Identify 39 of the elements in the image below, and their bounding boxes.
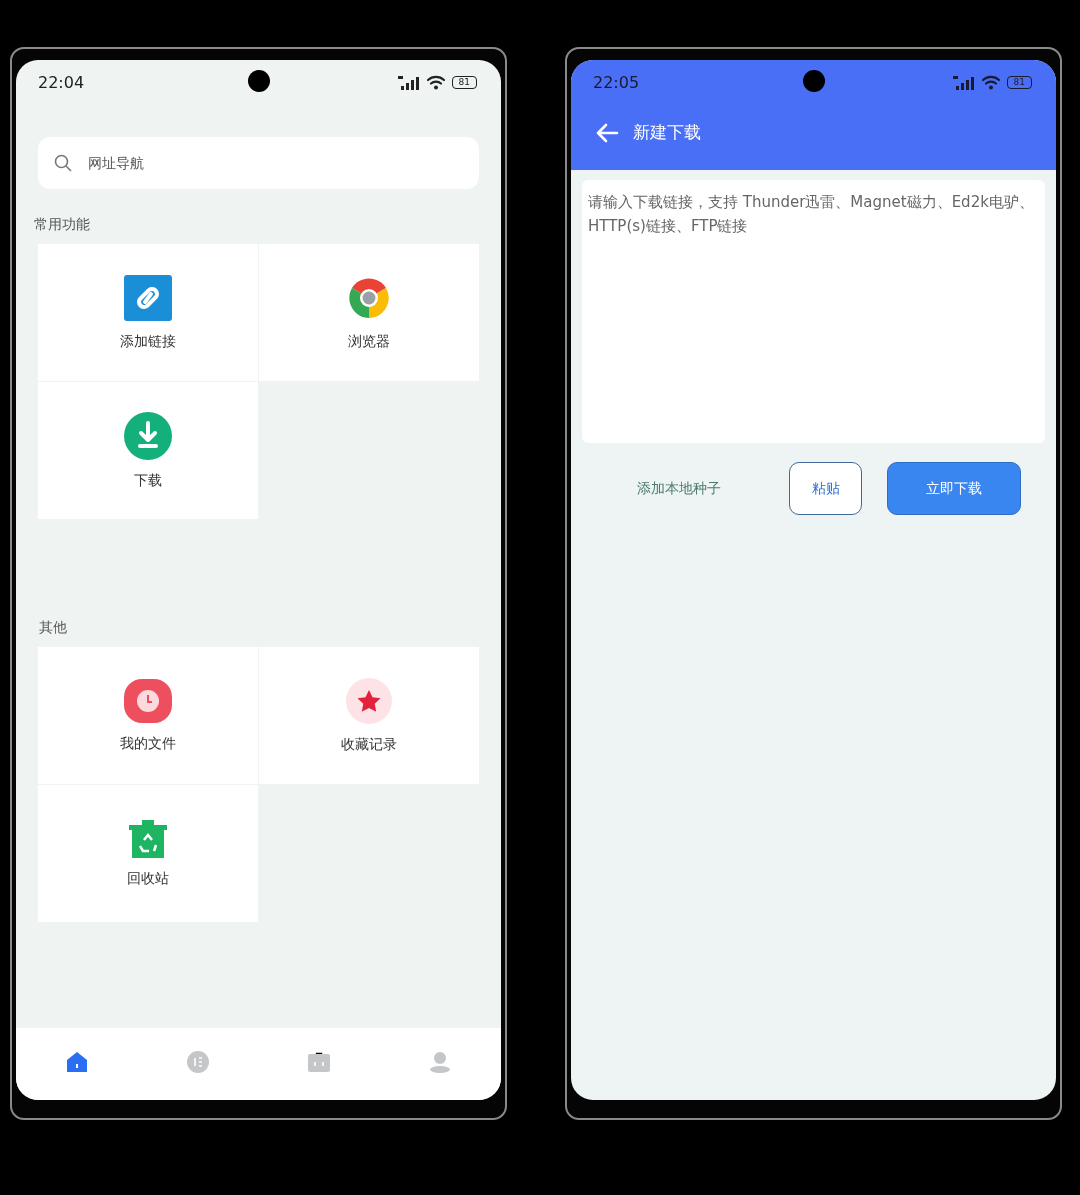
signal-icon [397, 75, 420, 90]
chain-link-icon [124, 274, 172, 321]
search-icon [54, 154, 72, 172]
feature-label: 我的文件 [120, 734, 176, 753]
clock-icon [124, 678, 172, 723]
feature-label: 浏览器 [348, 332, 390, 351]
user-icon[interactable] [429, 1051, 452, 1073]
feature-label: 下载 [134, 471, 162, 490]
feature-tile[interactable]: 我的文件 [38, 647, 258, 784]
feature-tile[interactable]: 添加链接 [38, 244, 258, 381]
feature-label: 收藏记录 [341, 735, 397, 754]
back-arrow-icon[interactable] [595, 122, 619, 143]
search-field[interactable]: 网址导航 [38, 137, 479, 189]
signal-icon [952, 75, 975, 90]
download-button[interactable]: 立即下载 [887, 462, 1021, 515]
feature-tile[interactable]: 收藏记录 [259, 647, 479, 784]
screen-title: 新建下载 [633, 121, 701, 144]
camera-dot [247, 70, 270, 92]
wifi-icon [425, 75, 446, 90]
section-title: 其他 [39, 619, 68, 637]
feature-tile[interactable]: 回收站 [38, 785, 258, 922]
section-title: 常用功能 [34, 216, 91, 234]
status-time: 22:05 [593, 73, 640, 92]
toolbox-icon[interactable] [308, 1052, 331, 1072]
paste-button[interactable]: 粘贴 [789, 462, 862, 515]
wifi-icon [980, 75, 1001, 90]
feature-tile[interactable]: 下载 [38, 382, 258, 519]
feature-tile[interactable]: 浏览器 [259, 244, 479, 381]
status-time: 22:04 [38, 73, 85, 92]
camera-dot [802, 70, 825, 92]
feature-label: 添加链接 [120, 332, 176, 351]
battery-indicator: 81 [1006, 76, 1032, 89]
recycle-bin-icon [129, 819, 167, 858]
home-icon[interactable] [65, 1052, 88, 1072]
download-icon [124, 411, 172, 460]
battery-indicator: 81 [451, 76, 477, 89]
link-input-field[interactable]: 请输入下载链接，支持 Thunder迅雷、Magnet磁力、Ed2k电驴、HTTP(s)链接、FTP链接 [582, 180, 1045, 443]
add-local-seed-link[interactable]: 添加本地种子 [637, 479, 789, 498]
feature-label: 回收站 [127, 869, 169, 888]
